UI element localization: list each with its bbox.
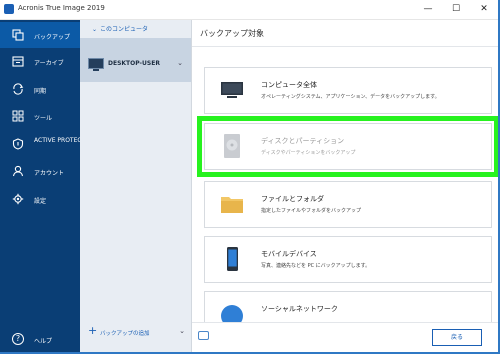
sidebar-item-archive[interactable]: アーカイブ [0, 48, 80, 74]
divider [192, 46, 500, 47]
minimize-button[interactable]: — [418, 2, 438, 16]
copy-icon [12, 29, 24, 41]
sidebar-item-sync[interactable]: 同期 [0, 76, 80, 102]
archive-icon [12, 56, 24, 67]
option-description: ディスクやパーティションをバックアップ [261, 150, 356, 156]
chevron-down-icon: ⌄ [92, 26, 98, 33]
monitor-icon [221, 82, 243, 98]
folder-icon [221, 197, 243, 213]
sidebar-item-help[interactable]: ? ヘルプ [0, 326, 80, 352]
hard-disk-icon [224, 134, 240, 158]
sidebar-item-account[interactable]: アカウント [0, 158, 80, 184]
phone-icon [227, 247, 238, 271]
source-option-mobile[interactable]: モバイルデバイス 写真、連絡先などを PC にバックアップします。 [204, 236, 492, 283]
tools-icon [12, 110, 24, 122]
help-label: ヘルプ [34, 338, 53, 345]
option-title: ディスクとパーティション [261, 137, 345, 145]
gear-icon [12, 193, 24, 205]
sidebar-item-backup[interactable]: バックアップ [0, 22, 80, 48]
close-button[interactable]: ✕ [474, 2, 494, 16]
option-description: オペレーティングシステム、アプリケーション、データをバックアップします。 [261, 94, 440, 100]
plus-icon: + [88, 324, 98, 337]
backup-item-name: DESKTOP-USER [108, 60, 160, 67]
source-option-entire-pc[interactable]: コンピュータ全体 オペレーティングシステム、アプリケーション、データをバックアッ… [204, 67, 492, 114]
sidebar-item-label: ツール [34, 115, 53, 122]
sidebar-item-label: アーカイブ [34, 60, 64, 67]
source-option-files-folders[interactable]: ファイルとフォルダ 指定したファイルやフォルダをバックアップ [204, 181, 492, 228]
shield-icon [12, 138, 24, 150]
sidebar-item-active-protection[interactable]: ACTIVE PROTECTION [0, 131, 97, 157]
computer-icon [88, 58, 104, 71]
sidebar-item-label: バックアップ [34, 34, 71, 41]
chevron-down-icon[interactable]: ⌄ [177, 59, 183, 67]
add-backup-label: バックアップの追加 [100, 331, 150, 337]
sidebar-item-label: 設定 [34, 198, 47, 205]
option-description: 写真、連絡先などを PC にバックアップします。 [261, 263, 371, 269]
option-title: モバイルデバイス [261, 250, 317, 258]
backup-list-panel: ⌄ このコンピュータ DESKTOP-USER ⌄ + バックアップの追加 ⌄ [80, 20, 192, 352]
page-title: バックアップ対象 [200, 29, 264, 38]
chat-icon[interactable] [198, 331, 209, 340]
option-title: ソーシャルネットワーク [261, 305, 338, 313]
app-window: Acronis True Image 2019 — ☐ ✕ バックアップ アーカ… [0, 0, 500, 352]
sidebar-item-label: 同期 [34, 88, 47, 95]
sync-icon [13, 83, 24, 95]
sidebar-item-label: アカウント [34, 170, 65, 177]
add-backup-button[interactable]: + バックアップの追加 ⌄ [80, 320, 191, 344]
app-logo-icon [4, 4, 14, 14]
chevron-down-icon[interactable]: ⌄ [179, 327, 185, 335]
option-description: 指定したファイルやフォルダをバックアップ [261, 208, 362, 214]
person-icon [12, 165, 24, 177]
help-icon: ? [12, 333, 24, 345]
back-button[interactable]: 戻る [432, 329, 482, 346]
main-panel: バックアップ対象 コンピュータ全体 オペレーティングシステム、アプリケーション、… [192, 20, 500, 352]
option-title: コンピュータ全体 [261, 81, 317, 89]
source-option-disks-partitions[interactable]: ディスクとパーティション ディスクやパーティションをバックアップ [197, 116, 499, 177]
window-title: Acronis True Image 2019 [18, 4, 105, 12]
title-bar: Acronis True Image 2019 — ☐ ✕ [0, 0, 500, 20]
backup-list-header-label: このコンピュータ [100, 26, 149, 33]
bottom-bar: 戻る [192, 322, 500, 352]
sidebar-item-settings[interactable]: 設定 [0, 186, 80, 212]
sidebar: バックアップ アーカイブ 同期 ツール ACTIVE PROTECTION アカ… [0, 20, 97, 352]
option-title: ファイルとフォルダ [261, 195, 324, 203]
backup-item[interactable]: DESKTOP-USER ⌄ [80, 38, 191, 82]
sidebar-item-label: ACTIVE PROTECTION [34, 137, 97, 144]
maximize-button[interactable]: ☐ [446, 2, 466, 16]
sidebar-item-tools[interactable]: ツール [0, 103, 80, 129]
backup-list-header[interactable]: ⌄ このコンピュータ [92, 24, 148, 33]
